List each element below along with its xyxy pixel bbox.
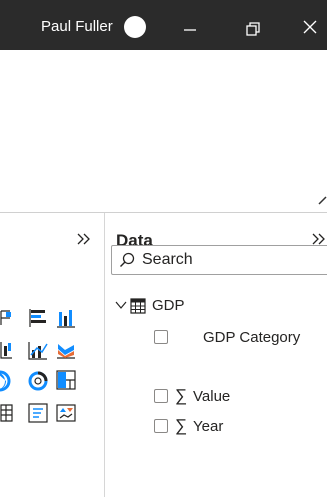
ribbon-area <box>0 50 327 213</box>
user-name[interactable]: Paul Fuller <box>41 18 113 36</box>
stacked-bar-chart-icon[interactable] <box>0 308 14 328</box>
treemap-icon[interactable] <box>56 370 76 390</box>
field-row-value[interactable]: ∑ Value <box>151 387 321 407</box>
field-checkbox[interactable] <box>154 330 168 344</box>
sigma-icon: ∑ <box>175 416 188 435</box>
pie-chart-icon[interactable] <box>0 370 14 392</box>
ribbon-chart-icon[interactable] <box>56 340 76 360</box>
visualizations-pane <box>0 213 105 497</box>
stacked-column-chart-icon[interactable] <box>56 308 76 328</box>
kpi-icon[interactable] <box>56 403 76 423</box>
resize-grip-icon[interactable] <box>318 196 327 205</box>
search-input[interactable] <box>142 250 322 270</box>
restore-icon <box>246 22 260 36</box>
title-bar: Paul Fuller <box>0 0 327 50</box>
field-checkbox[interactable] <box>154 419 168 433</box>
field-name: Value <box>193 388 231 405</box>
table-icon[interactable] <box>0 403 14 423</box>
waterfall-chart-icon[interactable] <box>0 340 14 360</box>
clustered-bar-chart-icon[interactable] <box>28 308 48 328</box>
field-name: Year <box>193 418 224 435</box>
search-box[interactable] <box>111 245 327 275</box>
multi-row-card-icon[interactable] <box>28 403 48 423</box>
field-checkbox[interactable] <box>154 389 168 403</box>
table-name: GDP <box>152 297 185 314</box>
table-node-gdp[interactable]: GDP <box>115 296 315 316</box>
data-pane: Data GDP GDP Category ∑ Value ∑ Year <box>105 213 327 497</box>
search-icon <box>120 252 135 267</box>
table-icon <box>130 298 146 314</box>
sigma-icon: ∑ <box>175 386 188 405</box>
line-and-column-chart-icon[interactable] <box>28 340 48 360</box>
close-icon <box>303 20 317 34</box>
minimize-icon <box>184 29 196 31</box>
restore-button[interactable] <box>232 10 272 44</box>
minimize-button[interactable] <box>170 10 210 44</box>
donut-chart-icon[interactable] <box>27 370 49 392</box>
field-row-gdp-category[interactable]: GDP Category <box>151 328 321 348</box>
close-button[interactable] <box>290 10 327 44</box>
field-row-year[interactable]: ∑ Year <box>151 417 321 437</box>
field-name: GDP Category <box>203 329 301 346</box>
chevron-down-icon[interactable] <box>115 299 127 311</box>
avatar[interactable] <box>124 16 146 38</box>
double-chevron-right-icon[interactable] <box>76 231 92 247</box>
